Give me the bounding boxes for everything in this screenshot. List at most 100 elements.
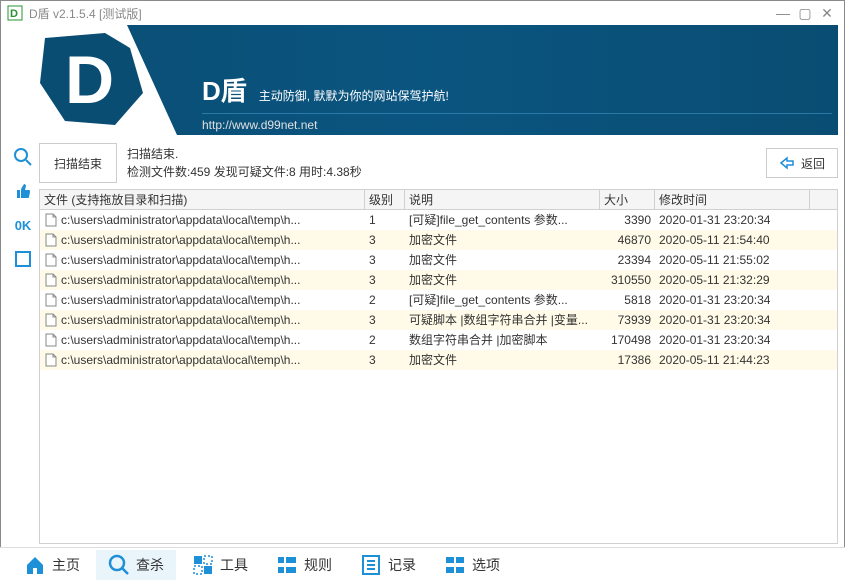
file-icon: [44, 273, 58, 287]
maximize-button[interactable]: ▢: [794, 4, 816, 22]
cell-time: 2020-01-31 23:20:34: [655, 293, 810, 307]
tab-tools[interactable]: 工具: [180, 550, 260, 580]
file-icon: [44, 313, 58, 327]
rules-icon: [276, 554, 298, 576]
table-body: c:\users\administrator\appdata\local\tem…: [40, 210, 837, 370]
left-sidebar: 0K: [7, 139, 39, 544]
cell-level: 3: [365, 253, 405, 267]
table-row[interactable]: c:\users\administrator\appdata\local\tem…: [40, 290, 837, 310]
sidebar-ok-label[interactable]: 0K: [11, 213, 35, 237]
minimize-button[interactable]: —: [772, 4, 794, 22]
cell-size: 17386: [600, 353, 655, 367]
scan-result-button[interactable]: 扫描结束: [39, 143, 117, 183]
status-line1: 扫描结束.: [127, 145, 756, 163]
file-icon: [44, 293, 58, 307]
tab-rules[interactable]: 规则: [264, 550, 344, 580]
sidebar-square-icon[interactable]: [11, 247, 35, 271]
table-header[interactable]: 文件 (支持拖放目录和扫描) 级别 说明 大小 修改时间: [40, 190, 837, 210]
cell-desc: 加密文件: [405, 231, 600, 248]
logs-icon: [360, 554, 382, 576]
tab-tools-label: 工具: [220, 555, 248, 575]
results-table: 文件 (支持拖放目录和扫描) 级别 说明 大小 修改时间 c:\users\ad…: [39, 189, 838, 544]
cell-file: c:\users\administrator\appdata\local\tem…: [61, 313, 300, 327]
cell-file: c:\users\administrator\appdata\local\tem…: [61, 353, 300, 367]
tab-options[interactable]: 选项: [432, 550, 512, 580]
status-line2: 检测文件数:459 发现可疑文件:8 用时:4.38秒: [127, 163, 756, 181]
cell-desc: 加密文件: [405, 351, 600, 368]
cell-level: 3: [365, 353, 405, 367]
brand-name: D盾: [202, 71, 247, 108]
back-icon: [779, 156, 795, 170]
cell-level: 2: [365, 333, 405, 347]
cell-size: 170498: [600, 333, 655, 347]
cell-desc: 可疑脚本 |数组字符串合并 |变量...: [405, 311, 600, 328]
col-header-desc[interactable]: 说明: [405, 190, 600, 209]
cell-time: 2020-05-11 21:32:29: [655, 273, 810, 287]
tab-logs-label: 记录: [388, 555, 416, 575]
cell-level: 2: [365, 293, 405, 307]
cell-level: 3: [365, 273, 405, 287]
search-icon: [108, 554, 130, 576]
cell-level: 3: [365, 233, 405, 247]
cell-desc: 数组字符串合并 |加密脚本: [405, 331, 600, 348]
tab-home-label: 主页: [52, 555, 80, 575]
svg-text:D: D: [65, 42, 114, 118]
logo-d-icon: D: [35, 33, 155, 127]
cell-desc: [可疑]file_get_contents 参数...: [405, 291, 600, 308]
cell-size: 23394: [600, 253, 655, 267]
app-icon: D: [7, 5, 23, 21]
sidebar-search-icon[interactable]: [11, 145, 35, 169]
cell-time: 2020-01-31 23:20:34: [655, 313, 810, 327]
back-button[interactable]: 返回: [766, 148, 838, 178]
cell-size: 3390: [600, 213, 655, 227]
close-button[interactable]: ✕: [816, 4, 838, 22]
cell-size: 46870: [600, 233, 655, 247]
cell-time: 2020-05-11 21:55:02: [655, 253, 810, 267]
table-row[interactable]: c:\users\administrator\appdata\local\tem…: [40, 330, 837, 350]
table-row[interactable]: c:\users\administrator\appdata\local\tem…: [40, 230, 837, 250]
cell-file: c:\users\administrator\appdata\local\tem…: [61, 293, 300, 307]
cell-file: c:\users\administrator\appdata\local\tem…: [61, 273, 300, 287]
window-title: D盾 v2.1.5.4 [测试版]: [29, 5, 772, 22]
tools-icon: [192, 554, 214, 576]
col-header-time[interactable]: 修改时间: [655, 190, 810, 209]
table-row[interactable]: c:\users\administrator\appdata\local\tem…: [40, 210, 837, 230]
status-message: 扫描结束. 检测文件数:459 发现可疑文件:8 用时:4.38秒: [127, 145, 756, 181]
table-row[interactable]: c:\users\administrator\appdata\local\tem…: [40, 310, 837, 330]
back-label: 返回: [801, 155, 825, 172]
tab-logs[interactable]: 记录: [348, 550, 428, 580]
cell-file: c:\users\administrator\appdata\local\tem…: [61, 333, 300, 347]
cell-size: 310550: [600, 273, 655, 287]
cell-level: 1: [365, 213, 405, 227]
titlebar: D D盾 v2.1.5.4 [测试版] — ▢ ✕: [1, 1, 844, 25]
col-header-size[interactable]: 大小: [600, 190, 655, 209]
cell-time: 2020-05-11 21:54:40: [655, 233, 810, 247]
table-row[interactable]: c:\users\administrator\appdata\local\tem…: [40, 350, 837, 370]
cell-size: 5818: [600, 293, 655, 307]
tab-scan[interactable]: 查杀: [96, 550, 176, 580]
cell-file: c:\users\administrator\appdata\local\tem…: [61, 233, 300, 247]
status-row: 扫描结束 扫描结束. 检测文件数:459 发现可疑文件:8 用时:4.38秒 返…: [39, 139, 838, 189]
tab-home[interactable]: 主页: [12, 550, 92, 580]
brand-url: http://www.d99net.net: [202, 118, 317, 132]
cell-size: 73939: [600, 313, 655, 327]
table-row[interactable]: c:\users\administrator\appdata\local\tem…: [40, 270, 837, 290]
cell-time: 2020-01-31 23:20:34: [655, 333, 810, 347]
cell-time: 2020-01-31 23:20:34: [655, 213, 810, 227]
tab-rules-label: 规则: [304, 555, 332, 575]
cell-file: c:\users\administrator\appdata\local\tem…: [61, 213, 300, 227]
sidebar-thumbs-icon[interactable]: [11, 179, 35, 203]
file-icon: [44, 353, 58, 367]
cell-time: 2020-05-11 21:44:23: [655, 353, 810, 367]
bottom-tabs: 主页 查杀 工具 规则 记录 选项: [0, 547, 845, 581]
tab-scan-label: 查杀: [136, 555, 164, 575]
col-header-file[interactable]: 文件 (支持拖放目录和扫描): [40, 190, 365, 209]
cell-desc: 加密文件: [405, 271, 600, 288]
cell-desc: [可疑]file_get_contents 参数...: [405, 211, 600, 228]
brand-slogan: 主动防御, 默默为你的网站保驾护航!: [259, 87, 449, 104]
table-row[interactable]: c:\users\administrator\appdata\local\tem…: [40, 250, 837, 270]
file-icon: [44, 233, 58, 247]
banner: D D盾 主动防御, 默默为你的网站保驾护航! http://www.d99ne…: [7, 25, 838, 135]
col-header-level[interactable]: 级别: [365, 190, 405, 209]
home-icon: [24, 554, 46, 576]
